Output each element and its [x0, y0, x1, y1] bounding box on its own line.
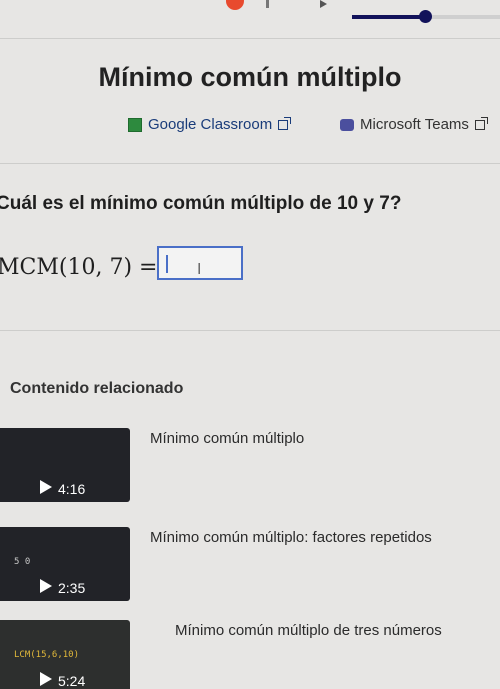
text-caret	[166, 255, 168, 273]
video-duration: 4:16	[58, 481, 86, 497]
video-title[interactable]: Mínimo común múltiplo	[150, 430, 304, 447]
play-icon[interactable]	[320, 0, 327, 8]
related-content-heading: Contenido relacionado	[10, 380, 184, 397]
progress-slider[interactable]	[352, 10, 500, 23]
video-duration: 5:24	[58, 673, 86, 689]
top-toolbar	[0, 0, 500, 30]
video-thumbnail[interactable]: LCM(15,6,10) 5:24	[0, 620, 130, 689]
exercise-page: Mínimo común múltiplo Google Classroom M…	[0, 0, 500, 689]
progress-knob[interactable]	[419, 10, 433, 23]
microsoft-teams-label: Microsoft Teams	[360, 116, 469, 133]
divider	[0, 330, 500, 331]
notification-badge-icon[interactable]	[226, 0, 244, 10]
google-classroom-icon	[128, 117, 142, 132]
share-microsoft-teams-link[interactable]: Microsoft Teams	[340, 116, 488, 133]
external-link-icon	[474, 116, 488, 130]
progress-fill	[352, 15, 426, 19]
thumbnail-caption: LCM(15,6,10)	[14, 650, 80, 660]
text-cursor-icon: I	[197, 260, 202, 278]
question-text: Cuál es el mínimo común múltiplo de 10 y…	[0, 193, 402, 214]
divider	[0, 38, 500, 39]
answer-input[interactable]: I	[157, 246, 243, 280]
play-icon	[40, 480, 52, 494]
share-google-classroom-link[interactable]: Google Classroom	[128, 116, 292, 133]
play-icon	[40, 579, 52, 593]
google-classroom-label: Google Classroom	[148, 116, 273, 133]
divider	[0, 163, 500, 164]
microsoft-teams-icon	[340, 118, 354, 131]
video-duration: 2:35	[58, 580, 86, 596]
math-expression: MCM(10, 7) =	[0, 255, 158, 280]
page-title: Mínimo común múltiplo	[98, 62, 402, 92]
thumbnail-caption: 5 0	[14, 557, 31, 567]
toolbar-marker	[266, 0, 269, 8]
video-thumbnail[interactable]: 5 0 2:35	[0, 527, 130, 601]
play-icon	[40, 672, 52, 686]
video-title[interactable]: Mínimo común múltiplo de tres números	[175, 622, 442, 639]
video-thumbnail[interactable]: 4:16	[0, 428, 130, 502]
video-title[interactable]: Mínimo común múltiplo: factores repetido…	[150, 529, 432, 546]
external-link-icon	[278, 116, 292, 130]
